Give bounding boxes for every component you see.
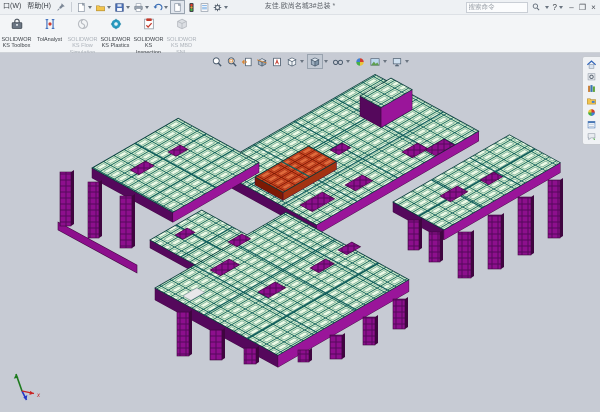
- section-view-button[interactable]: [255, 55, 269, 69]
- menu-window[interactable]: 口(W): [0, 0, 24, 14]
- options-dropdown-caret[interactable]: [224, 6, 228, 9]
- pillar-formwork[interactable]: [458, 230, 474, 278]
- help-button[interactable]: ?: [553, 3, 557, 12]
- pillar-formwork[interactable]: [244, 346, 259, 364]
- restore-button[interactable]: ❐: [578, 1, 587, 14]
- design-library-tab[interactable]: [585, 83, 599, 94]
- hide-show-items-dropdown-caret[interactable]: [346, 60, 350, 63]
- print-dropdown-caret[interactable]: [145, 6, 149, 9]
- resources-tab[interactable]: [585, 71, 599, 82]
- appearances-tab[interactable]: [585, 107, 599, 118]
- search-dropdown-caret[interactable]: [545, 6, 549, 9]
- triad-x-label: x: [36, 393, 41, 399]
- solidworks-window: 口(W) 帮助(H) 友佳.欧尚名城3#总装 * ? – ❐ × SOLIDWO…: [0, 0, 600, 412]
- view-orientation-button[interactable]: [285, 55, 299, 69]
- custom-properties-tab[interactable]: [585, 119, 599, 130]
- dynamic-annotation-button[interactable]: [270, 55, 284, 69]
- minimize-button[interactable]: –: [567, 1, 576, 14]
- save-button[interactable]: [113, 1, 126, 14]
- pillar-formwork[interactable]: [393, 297, 408, 329]
- apply-scene-button[interactable]: [368, 55, 382, 69]
- pillar-formwork[interactable]: [210, 328, 225, 360]
- quick-access-toolbar: [75, 0, 230, 14]
- open-button[interactable]: [94, 1, 107, 14]
- pillar-formwork[interactable]: [60, 170, 74, 226]
- hide-show-items-button[interactable]: [331, 55, 345, 69]
- toolbar-separator: [71, 2, 72, 12]
- view-settings-dropdown-caret[interactable]: [405, 60, 409, 63]
- task-pane-tabs: [582, 56, 600, 145]
- addin-tolanalyst-button[interactable]: TolAnalyst: [33, 15, 66, 43]
- addin-label: TolAnalyst: [33, 37, 66, 43]
- pillar-formwork[interactable]: [330, 333, 345, 359]
- search-input[interactable]: [466, 2, 528, 13]
- pillar-formwork[interactable]: [88, 180, 102, 238]
- viewport-3d[interactable]: x: [0, 53, 600, 412]
- forum-tab[interactable]: [585, 131, 599, 142]
- pillar-formwork[interactable]: [429, 230, 443, 262]
- pillar-formwork[interactable]: [548, 178, 563, 238]
- menu-help[interactable]: 帮助(H): [24, 0, 54, 14]
- undo-button[interactable]: [151, 1, 164, 14]
- edit-appearance-button[interactable]: [353, 55, 367, 69]
- addin-label: SOLIDWORKS Plastics: [99, 37, 132, 50]
- pillar-formwork[interactable]: [488, 213, 504, 269]
- menu-bar: 口(W) 帮助(H): [0, 0, 230, 14]
- pillar-formwork[interactable]: [298, 348, 312, 362]
- apply-scene-dropdown-caret[interactable]: [383, 60, 387, 63]
- addin-plastics-button[interactable]: SOLIDWORKS Plastics: [99, 15, 132, 50]
- search-icon[interactable]: [530, 1, 543, 14]
- help-dropdown-caret[interactable]: [559, 6, 563, 9]
- pin-icon[interactable]: [56, 2, 66, 12]
- save-dropdown-caret[interactable]: [126, 6, 130, 9]
- new-dropdown-caret[interactable]: [88, 6, 92, 9]
- pillar-formwork[interactable]: [408, 218, 422, 250]
- addin-flow-simulation-button[interactable]: SOLIDWORKS Flow Simulation: [66, 15, 99, 56]
- undo-dropdown-caret[interactable]: [164, 6, 168, 9]
- print-button[interactable]: [132, 1, 145, 14]
- home-tab[interactable]: [585, 59, 599, 70]
- titlebar: 口(W) 帮助(H) 友佳.欧尚名城3#总装 * ? – ❐ ×: [0, 0, 600, 15]
- select-button[interactable]: [170, 0, 185, 14]
- pillar-formwork[interactable]: [518, 195, 534, 255]
- open-dropdown-caret[interactable]: [107, 6, 111, 9]
- model-assembly[interactable]: [0, 53, 600, 412]
- pillar-formwork[interactable]: [120, 194, 135, 248]
- titlebar-right: ? – ❐ ×: [466, 0, 598, 14]
- pillar-formwork[interactable]: [177, 310, 192, 356]
- new-button[interactable]: [75, 1, 88, 14]
- view-orientation-dropdown-caret[interactable]: [300, 60, 304, 63]
- addin-mbd-button[interactable]: SOLIDWORKS MBD SNL: [165, 15, 198, 56]
- previous-view-button[interactable]: [240, 55, 254, 69]
- slab-upper-left-wing[interactable]: [92, 118, 259, 222]
- file-properties-button[interactable]: [198, 1, 211, 14]
- display-style-button[interactable]: [307, 54, 323, 69]
- addin-toolbox-button[interactable]: SOLIDWORKS Toolbox: [0, 15, 33, 50]
- pillar-formwork[interactable]: [363, 315, 378, 345]
- orientation-triad: x: [6, 368, 46, 404]
- addin-inspection-button[interactable]: SOLIDWORKS Inspection: [132, 15, 165, 56]
- zoom-to-area-button[interactable]: [225, 55, 239, 69]
- headsup-toolbar: [210, 54, 411, 69]
- view-settings-button[interactable]: [390, 55, 404, 69]
- options-button[interactable]: [211, 1, 224, 14]
- close-button[interactable]: ×: [589, 1, 598, 14]
- command-manager: SOLIDWORKS ToolboxTolAnalystSOLIDWORKS F…: [0, 15, 600, 53]
- file-explorer-tab[interactable]: [585, 95, 599, 106]
- addin-label: SOLIDWORKS Toolbox: [0, 37, 33, 50]
- zoom-to-fit-button[interactable]: [210, 55, 224, 69]
- rebuild-button[interactable]: [185, 1, 198, 14]
- display-style-dropdown-caret[interactable]: [324, 60, 328, 63]
